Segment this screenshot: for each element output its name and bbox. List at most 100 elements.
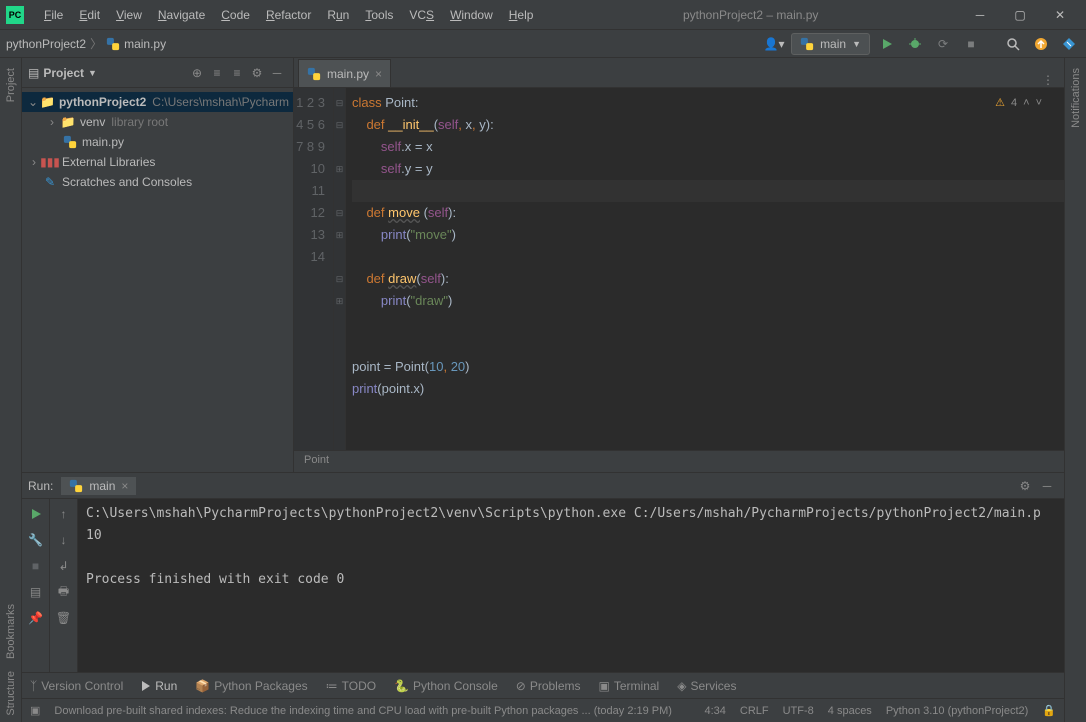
python-file-icon: [106, 37, 120, 51]
updates-button[interactable]: [1030, 33, 1052, 55]
menu-help[interactable]: Help: [501, 4, 542, 26]
close-button[interactable]: ✕: [1040, 0, 1080, 30]
gear-icon[interactable]: ⚙: [247, 63, 267, 83]
tree-row-external-libraries[interactable]: › ▮▮▮ External Libraries: [22, 152, 293, 172]
menu-code[interactable]: Code: [213, 4, 258, 26]
up-icon[interactable]: ↑: [53, 503, 75, 525]
console-output[interactable]: C:\Users\mshah\PycharmProjects\pythonPro…: [78, 499, 1064, 672]
menu-view[interactable]: View: [108, 4, 150, 26]
rerun-button[interactable]: [25, 503, 47, 525]
sidebar-tab-notifications[interactable]: Notifications: [1070, 62, 1082, 134]
terminal-icon: ▣: [599, 679, 610, 693]
menu-tools[interactable]: Tools: [357, 4, 401, 26]
user-icon[interactable]: 👤▾: [763, 33, 785, 55]
menu-file[interactable]: File: [36, 4, 71, 26]
editor-tabs-more[interactable]: ⋮: [1032, 73, 1064, 87]
sidebar-tab-bookmarks[interactable]: Bookmarks: [5, 598, 17, 665]
nav-down-icon[interactable]: ˅: [1036, 92, 1042, 114]
status-interpreter[interactable]: Python 3.10 (pythonProject2): [886, 705, 1028, 717]
gear-icon[interactable]: ⚙: [1014, 475, 1036, 497]
hide-panel-button[interactable]: ─: [267, 63, 287, 83]
pin-button[interactable]: 📌: [25, 607, 47, 629]
status-message[interactable]: Download pre-built shared indexes: Reduc…: [54, 705, 690, 717]
chevron-down-icon: ⌄: [26, 92, 40, 112]
editor-breadcrumb[interactable]: Point: [294, 450, 1064, 472]
tree-row-scratches[interactable]: ✎ Scratches and Consoles: [22, 172, 293, 192]
breadcrumb-project[interactable]: pythonProject2: [6, 37, 86, 51]
menu-edit[interactable]: Edit: [71, 4, 108, 26]
maximize-button[interactable]: ▢: [1000, 0, 1040, 30]
tree-row-venv[interactable]: › 📁 venv library root: [22, 112, 293, 132]
python-file-icon: [307, 67, 321, 81]
run-config-selector[interactable]: main ▼: [791, 33, 870, 55]
select-opened-file-button[interactable]: ⊕: [187, 63, 207, 83]
run-tab[interactable]: main ×: [61, 477, 136, 495]
fold-column[interactable]: ⊟ ⊟ ⊞ ⊟ ⊞ ⊟ ⊞: [334, 88, 346, 450]
tab-todo[interactable]: ≔TODO: [326, 679, 376, 693]
expand-all-button[interactable]: ≡: [207, 63, 227, 83]
status-indent[interactable]: 4 spaces: [828, 705, 872, 717]
tab-problems[interactable]: ⊘Problems: [516, 679, 581, 693]
console-icon: 🐍: [394, 679, 409, 693]
warning-count: 4: [1011, 92, 1017, 114]
wrench-icon[interactable]: 🔧: [25, 529, 47, 551]
close-tab-button[interactable]: ×: [375, 67, 382, 81]
status-encoding[interactable]: UTF-8: [783, 705, 814, 717]
code-area[interactable]: ⚠ 4 ˄ ˅ 1 2 3 4 5 6 7 8 9 10 11 12 13 14…: [294, 88, 1064, 450]
window-title: pythonProject2 – main.py: [541, 8, 960, 22]
tab-run[interactable]: Run: [141, 679, 177, 693]
trash-icon[interactable]: 🗑: [53, 607, 75, 629]
status-line-sep[interactable]: CRLF: [740, 705, 769, 717]
sidebar-tab-structure[interactable]: Structure: [5, 665, 17, 722]
tab-services[interactable]: ◈Services: [677, 679, 736, 693]
menu-refactor[interactable]: Refactor: [258, 4, 319, 26]
problems-icon: ⊘: [516, 679, 526, 693]
run-button[interactable]: [876, 33, 898, 55]
editor-tab-main[interactable]: main.py ×: [298, 59, 391, 87]
scratch-icon: ✎: [42, 174, 58, 190]
collapse-all-button[interactable]: ≡: [227, 63, 247, 83]
python-file-icon: [800, 37, 814, 51]
run-header: Run: main × ⚙ ─: [22, 473, 1064, 499]
menu-vcs[interactable]: VCS: [401, 4, 442, 26]
nav-up-icon[interactable]: ˄: [1023, 92, 1029, 114]
stop-button[interactable]: ■: [960, 33, 982, 55]
softwrap-button[interactable]: ↲: [53, 555, 75, 577]
chevron-down-icon[interactable]: ▼: [88, 68, 97, 78]
tree-row-project-root[interactable]: ⌄ 📁 pythonProject2 C:\Users\mshah\Pychar…: [22, 92, 293, 112]
tool-windows-button[interactable]: ▣: [30, 704, 40, 717]
tab-terminal[interactable]: ▣Terminal: [599, 679, 660, 693]
coverage-button[interactable]: ⟳: [932, 33, 954, 55]
python-file-icon: [69, 479, 83, 493]
menu-window[interactable]: Window: [442, 4, 501, 26]
tab-python-packages[interactable]: 📦Python Packages: [195, 679, 307, 693]
debug-button[interactable]: [904, 33, 926, 55]
search-button[interactable]: [1002, 33, 1024, 55]
down-icon[interactable]: ↓: [53, 529, 75, 551]
hide-panel-button[interactable]: ─: [1036, 475, 1058, 497]
tree-row-file[interactable]: main.py: [22, 132, 293, 152]
ide-scripting-button[interactable]: [1058, 33, 1080, 55]
minimize-button[interactable]: ─: [960, 0, 1000, 30]
project-panel: ▤ Project ▼ ⊕ ≡ ≡ ⚙ ─ ⌄ 📁 pythonProject2: [22, 58, 294, 472]
menu-navigate[interactable]: Navigate: [150, 4, 213, 26]
run-tab-label: main: [89, 479, 115, 493]
layout-button[interactable]: ▤: [25, 581, 47, 603]
breadcrumb-file[interactable]: main.py: [124, 37, 166, 51]
lock-icon[interactable]: 🔒: [1042, 704, 1056, 717]
tab-version-control[interactable]: ᛉVersion Control: [30, 679, 123, 693]
run-controls-col2: ↑ ↓ ↲ 🖶 🗑: [50, 499, 78, 672]
close-icon[interactable]: ×: [121, 479, 128, 493]
tab-python-console[interactable]: 🐍Python Console: [394, 679, 498, 693]
print-button[interactable]: 🖶: [53, 581, 75, 603]
inspection-indicator[interactable]: ⚠ 4 ˄ ˅: [995, 92, 1042, 114]
sidebar-tab-project[interactable]: Project: [5, 62, 17, 108]
menu-run[interactable]: Run: [319, 4, 357, 26]
status-cursor-pos[interactable]: 4:34: [704, 705, 725, 717]
project-view-icon: ▤: [28, 66, 39, 80]
project-tree[interactable]: ⌄ 📁 pythonProject2 C:\Users\mshah\Pychar…: [22, 88, 293, 196]
stop-button[interactable]: ■: [25, 555, 47, 577]
code-text[interactable]: class Point: def __init__(self, x, y): s…: [346, 88, 1064, 450]
right-gutter: Notifications: [1064, 58, 1086, 722]
main-area: Project Bookmarks Structure ▤ Project ▼ …: [0, 58, 1086, 722]
